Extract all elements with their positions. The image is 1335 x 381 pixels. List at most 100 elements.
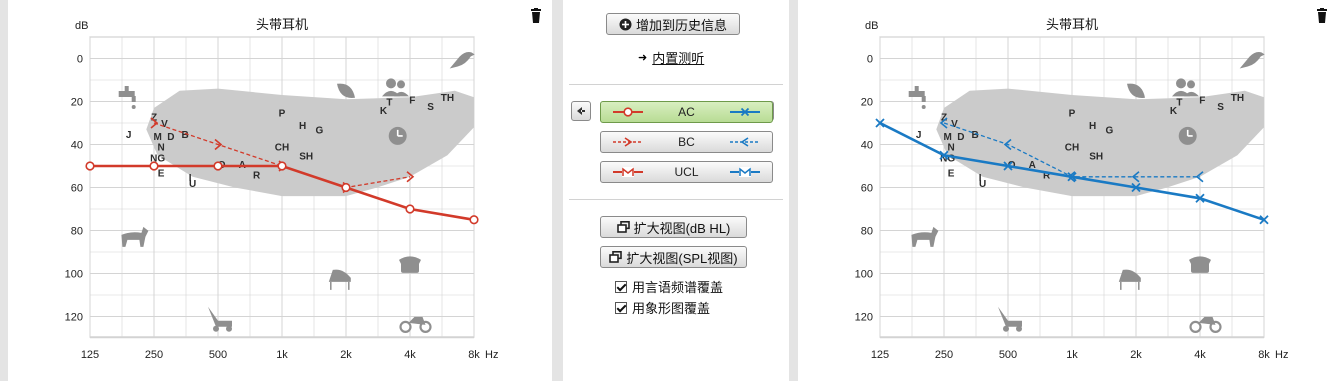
speech-letter: B: [971, 130, 978, 141]
legend-ucl-button[interactable]: UCL: [600, 161, 773, 183]
window-restore-icon: [609, 251, 623, 263]
faucet-icon-spout: [131, 96, 136, 102]
speech-letter: J: [126, 130, 132, 141]
y-tick-label: 20: [861, 97, 873, 109]
speech-letter: T: [386, 98, 392, 109]
ac-point: [149, 161, 159, 171]
ac-point: [277, 161, 287, 171]
left-audiogram[interactable]: ZVJMDBNNGEIUOARPHGCHSHKTFSTHdB头带耳机020406…: [8, 0, 552, 381]
speech-banana-checkbox-row[interactable]: 用言语频谱覆盖: [615, 277, 723, 296]
speech-letter: P: [1069, 108, 1076, 119]
lawnmower-icon-wheel2: [226, 325, 232, 332]
speech-letter: M: [153, 132, 161, 143]
expand-spl-label: 扩大视图(SPL视图): [626, 250, 738, 266]
window-restore-icon: [616, 221, 630, 233]
add-history-label: 增加到历史信息: [635, 17, 727, 33]
x-tick-label: 2k: [1130, 349, 1142, 361]
speech-letter: D: [957, 132, 964, 143]
speech-letter: P: [279, 108, 286, 119]
speech-letter: R: [253, 171, 261, 182]
speech-letter: G: [1106, 125, 1114, 136]
builtin-test-label[interactable]: 内置测听: [652, 48, 704, 67]
speech-letter: TH: [1231, 93, 1244, 104]
faucet-icon-drop: [131, 105, 136, 109]
expand-hl-button[interactable]: 扩大视图(dB HL): [600, 216, 747, 238]
separator: [569, 84, 783, 85]
add-history-button[interactable]: 增加到历史信息: [606, 13, 740, 35]
x-tick-label: 250: [145, 349, 163, 361]
speech-letter: H: [1089, 121, 1096, 132]
speech-letter: T: [1176, 98, 1182, 109]
people-icon-head2: [397, 80, 405, 89]
y-tick-label: 100: [855, 269, 873, 281]
icon-overlay-checkbox-row[interactable]: 用象形图覆盖: [615, 298, 710, 317]
telephone-icon: [399, 256, 421, 273]
arrow-right-icon: ➜: [638, 52, 648, 64]
speech-banana-checkbox[interactable]: [615, 280, 627, 293]
speech-letter: E: [158, 168, 165, 179]
x-tick-label: 125: [871, 349, 889, 361]
separator: [569, 199, 783, 200]
control-panel: 增加到历史信息 ➜ 内置测听 AC BC UCL 扩大视图(dB HL) 扩大视…: [563, 0, 789, 381]
x-unit-label: Hz: [485, 349, 498, 361]
legend-bc-label: BC: [678, 135, 695, 149]
expand-spl-button[interactable]: 扩大视图(SPL视图): [600, 246, 747, 268]
speech-letter: TH: [441, 93, 454, 104]
speech-letter: SH: [299, 151, 313, 162]
legend-bc-button[interactable]: BC: [600, 131, 773, 153]
plus-circle-icon: [619, 18, 632, 30]
y-tick-label: 40: [71, 140, 83, 152]
right-trash-icon[interactable]: [1315, 8, 1329, 24]
y-tick-label: 100: [65, 269, 83, 281]
y-tick-label: 80: [861, 226, 873, 238]
speech-letter: V: [951, 119, 958, 130]
x-tick-label: 4k: [404, 349, 416, 361]
speech-letter: CH: [1065, 143, 1079, 154]
faucet-icon-drop: [921, 105, 926, 109]
icon-overlay-checkbox[interactable]: [615, 301, 627, 314]
y-tick-label: 40: [861, 140, 873, 152]
legend-ac-label: AC: [678, 105, 695, 119]
speech-letter: CH: [275, 143, 289, 154]
speech-letter: J: [916, 130, 922, 141]
left-audiogram-panel: ZVJMDBNNGEIUOARPHGCHSHKTFSTHdB头带耳机020406…: [8, 0, 552, 381]
y-tick-label: 60: [861, 183, 873, 195]
left-trash-icon[interactable]: [529, 8, 543, 24]
x-tick-label: 2k: [340, 349, 352, 361]
y-tick-label: 20: [71, 97, 83, 109]
speech-letter: S: [427, 102, 434, 113]
ac-point: [341, 182, 351, 193]
right-audiogram[interactable]: ZVJ M D BNNGE IUO ARPH GCHSHKT FSTHdB 头带耳机020406…: [798, 0, 1335, 381]
y-tick-label: 120: [65, 312, 83, 324]
clock-icon: [388, 126, 407, 145]
clock-icon: [1178, 126, 1197, 145]
builtin-test-link[interactable]: ➜ 内置测听: [638, 48, 704, 67]
expand-hl-label: 扩大视图(dB HL): [633, 220, 731, 236]
arrow-left-icon: [577, 107, 585, 115]
x-tick-label: 8k: [1258, 349, 1270, 361]
ac-point: [85, 161, 95, 171]
x-tick-label: 1k: [1066, 349, 1078, 361]
left-divider: [552, 0, 563, 381]
speech-letter: G: [316, 125, 324, 136]
speech-letter: N: [947, 143, 954, 154]
ucl-right-symbol-icon: [729, 167, 760, 177]
faucet-icon-handle: [124, 86, 129, 92]
speech-letter: V: [161, 119, 168, 130]
legend-ucl-label: UCL: [674, 165, 699, 179]
prev-ear-button[interactable]: [571, 101, 591, 121]
x-tick-label: 125: [81, 349, 99, 361]
legend-ac-button[interactable]: AC: [600, 101, 773, 123]
speech-letter: D: [167, 132, 174, 143]
x-tick-label: 250: [935, 349, 953, 361]
speech-letter: N: [157, 143, 164, 154]
y-tick-label: 80: [71, 226, 83, 238]
people-icon-head2: [1187, 80, 1195, 89]
faucet-icon-spout: [921, 96, 926, 102]
left-gutter: [0, 0, 8, 381]
people-icon-head: [1176, 78, 1186, 89]
x-tick-label: 500: [209, 349, 227, 361]
chart-title: 头带耳机: [1046, 17, 1098, 32]
y-unit-label: dB: [75, 20, 88, 32]
right-audiogram-panel: Z V J M D B N NG E I U O A R P H G CH SH K T F S TH dB 头带耳机 0 20 40 6…: [798, 0, 1335, 381]
